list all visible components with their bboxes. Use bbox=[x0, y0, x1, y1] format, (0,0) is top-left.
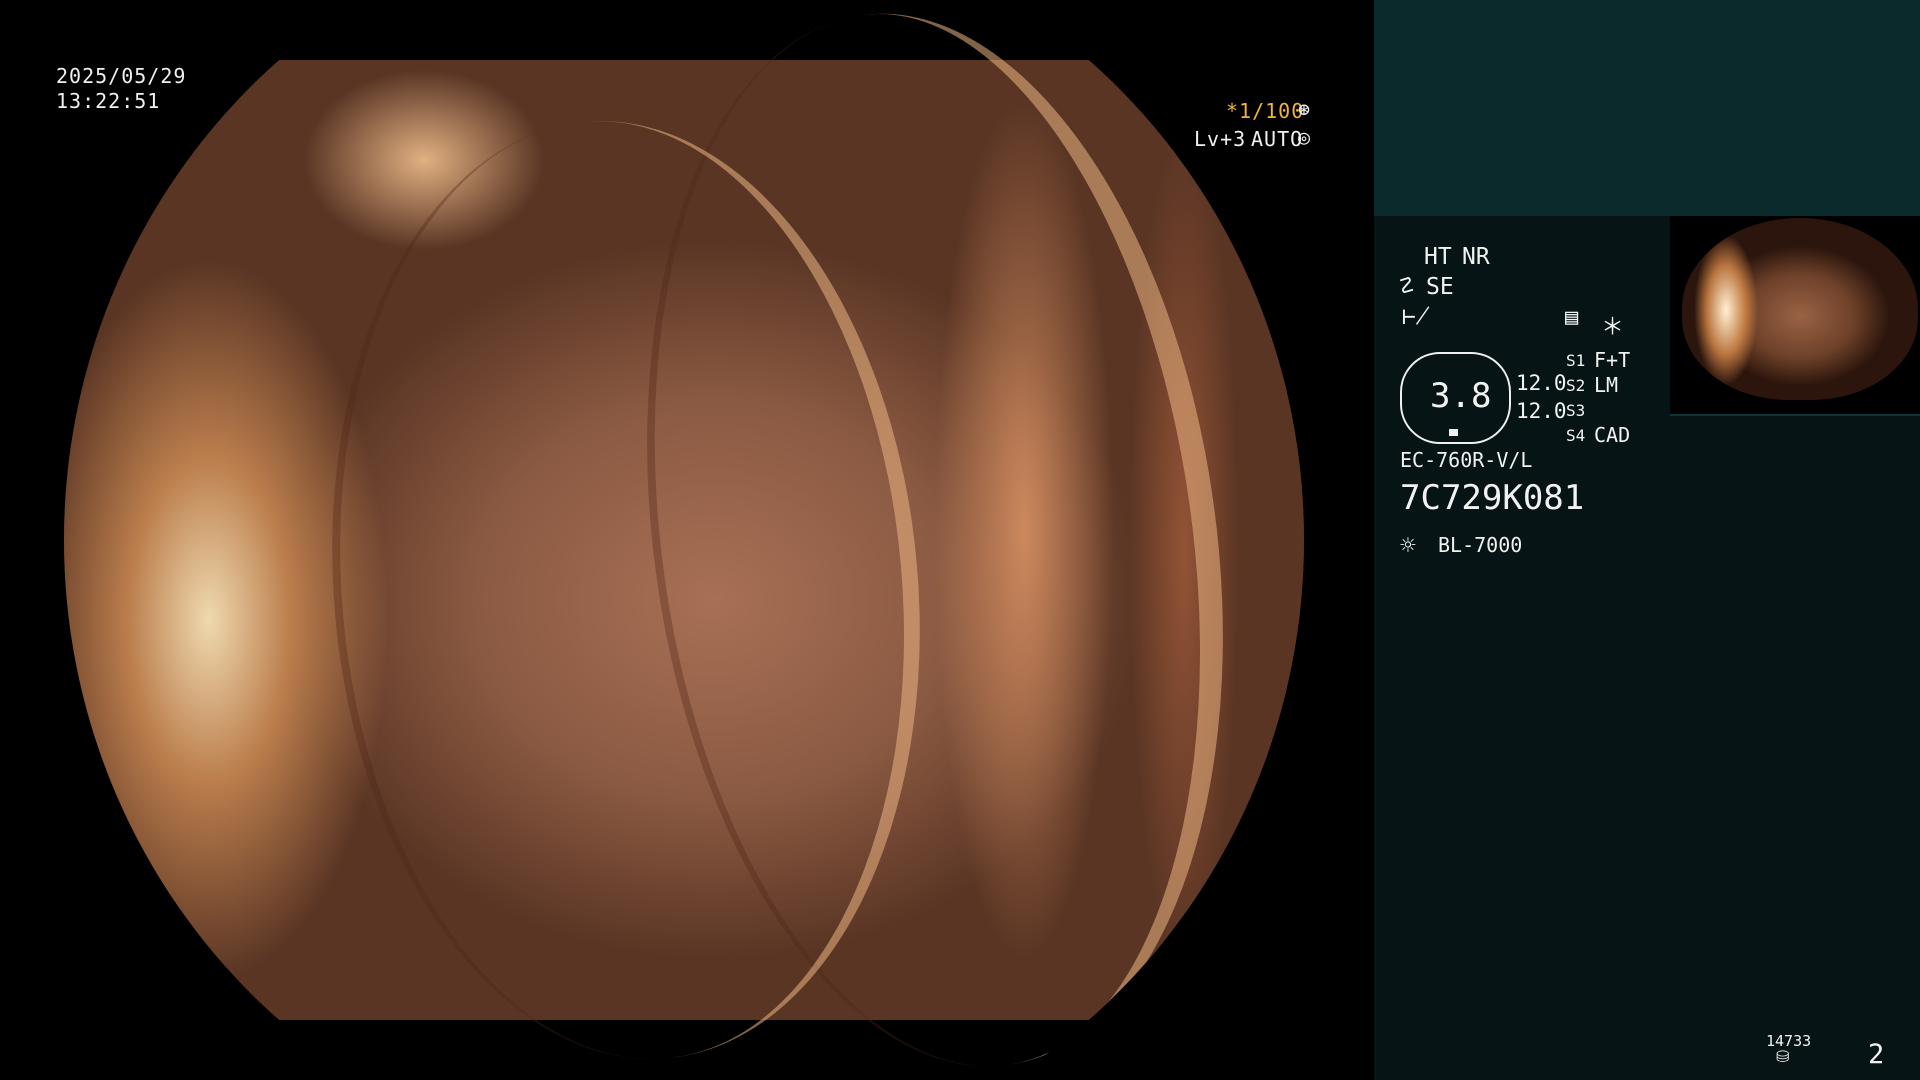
scope-icon: ☡ bbox=[1400, 274, 1414, 299]
camera-icon: ◎ bbox=[1298, 125, 1312, 149]
s4-value: CAD bbox=[1594, 423, 1631, 447]
top-status-box bbox=[1374, 0, 1920, 216]
scope-serial: 7C729K081 bbox=[1400, 478, 1585, 518]
time-display: 13:22:51 bbox=[56, 89, 161, 113]
right-numeric: 12.0 bbox=[1516, 399, 1567, 423]
endoscopy-video-view: 2025/05/29 13:22:51 *1/100 ⊛ Lv+3 AUTO ◎ bbox=[0, 0, 1374, 1080]
colon-endoscopic-image bbox=[64, 0, 1304, 1080]
sun-icon: ☼ bbox=[1400, 531, 1416, 561]
nr-indicator: NR bbox=[1462, 244, 1490, 270]
settings-icon: ▤ bbox=[1565, 305, 1579, 330]
thumbnail-preview bbox=[1670, 216, 1920, 416]
date-display: 2025/05/29 bbox=[56, 64, 187, 88]
disk-icon: ⛁ bbox=[1776, 1047, 1790, 1066]
info-panel: HT NR ☡ SE ⊬ ▤ ＊ 3.8 12.0 12.0 S1 F+T S2… bbox=[1374, 0, 1920, 1080]
s2-value: LM bbox=[1594, 373, 1619, 397]
s3-label: S3 bbox=[1566, 401, 1586, 420]
se-indicator: SE bbox=[1426, 274, 1454, 300]
aperture-icon: ⊛ bbox=[1298, 97, 1312, 121]
ht-indicator: HT bbox=[1424, 244, 1452, 270]
exposure-level: Lv+3 bbox=[1194, 127, 1247, 151]
scope-model: EC-760R-V/L bbox=[1400, 448, 1533, 472]
s1-label: S1 bbox=[1566, 351, 1586, 370]
left-numeric: 12.0 bbox=[1516, 371, 1567, 395]
zoom-marker bbox=[1449, 429, 1458, 436]
zoom-indicator: 3.8 bbox=[1400, 352, 1511, 444]
page-number: 2 bbox=[1868, 1039, 1885, 1070]
thumbnail-image bbox=[1682, 218, 1918, 400]
light-source: BL-7000 bbox=[1438, 533, 1523, 557]
asterisk-icon: ＊ bbox=[1601, 314, 1624, 340]
s1-value: F+T bbox=[1594, 348, 1631, 372]
filter-icon: ⊬ bbox=[1402, 304, 1430, 330]
s4-label: S4 bbox=[1566, 426, 1586, 445]
exposure-mode: AUTO bbox=[1251, 127, 1304, 151]
shutter-speed: *1/100 bbox=[1226, 99, 1305, 123]
zoom-value: 3.8 bbox=[1430, 376, 1492, 416]
s2-label: S2 bbox=[1566, 376, 1586, 395]
